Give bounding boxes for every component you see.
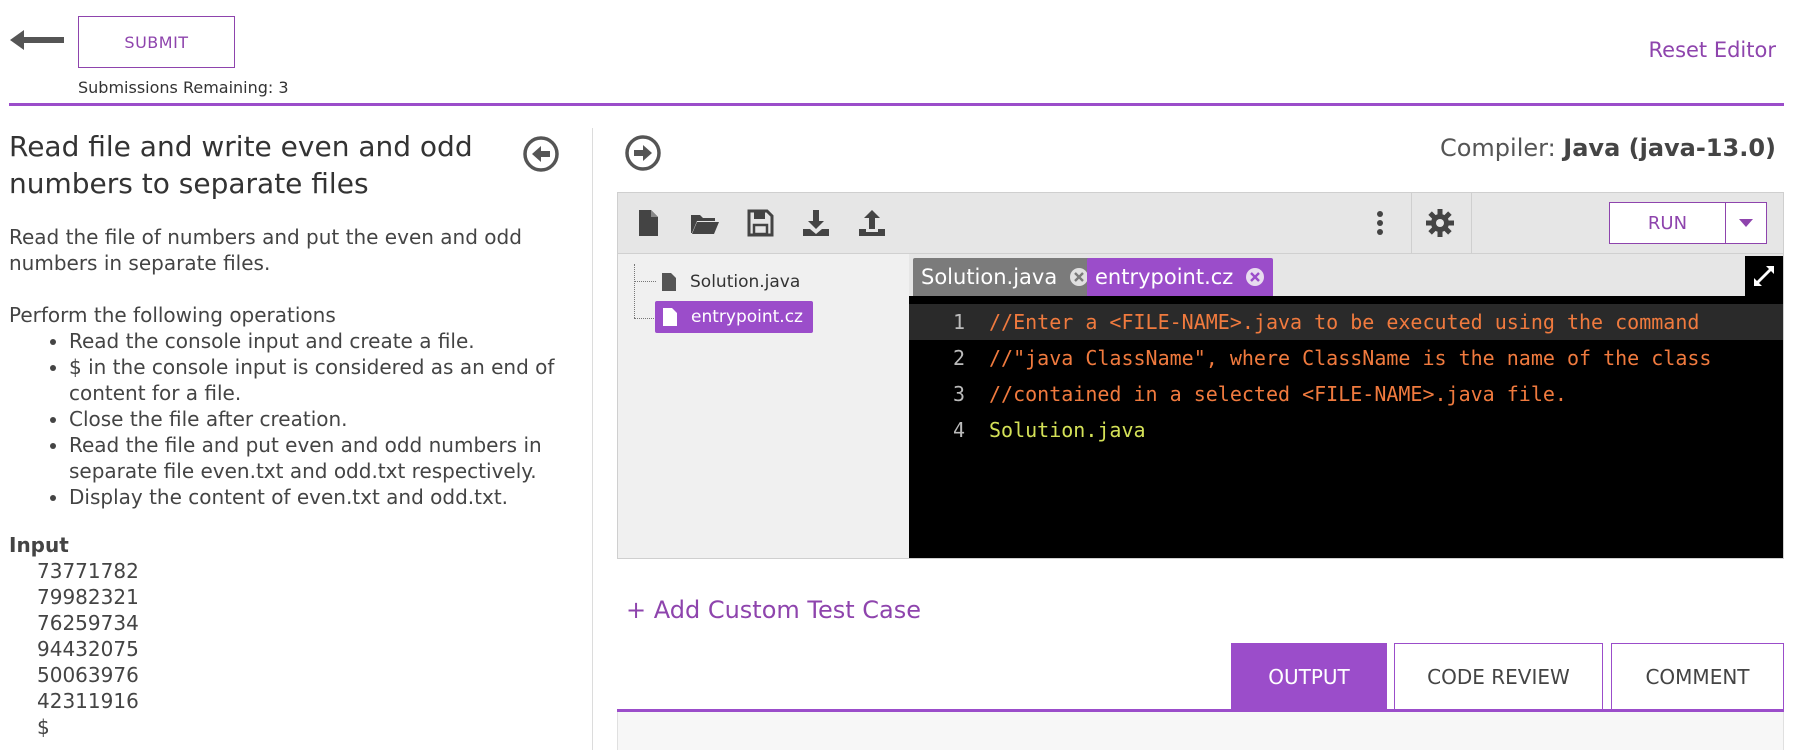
upload-icon[interactable] [856,207,888,239]
operation-item: Display the content of even.txt and odd.… [69,484,569,510]
file-icon [663,308,677,326]
tree-connector [634,318,656,319]
file-name: entrypoint.cz [691,307,803,327]
line-text: //contained in a selected <FILE-NAME>.ja… [989,382,1567,406]
code-line: 1 //Enter a <FILE-NAME>.java to be execu… [909,304,1783,340]
problem-panel: Read file and write even and odd numbers… [9,128,569,750]
settings-gear-icon[interactable] [1424,207,1456,239]
operation-item: Read the console input and create a file… [69,328,569,354]
input-sample: 73771782 79982321 76259734 94432075 5006… [37,558,569,740]
file-tree-item-entrypoint[interactable]: entrypoint.cz [655,301,813,333]
input-line: 42311916 [37,689,139,713]
panel-divider[interactable] [592,128,593,750]
tree-connector [634,281,656,282]
compiler-value: Java (java-13.0) [1563,134,1776,162]
expand-right-icon[interactable] [623,133,663,173]
line-number: 2 [952,346,965,370]
operation-item: Read the file and put even and odd numbe… [69,432,569,484]
input-line: $ [37,715,50,739]
submissions-remaining: Submissions Remaining: 3 [78,78,289,97]
save-icon[interactable] [744,207,776,239]
tab-code-review[interactable]: CODE REVIEW [1394,643,1603,709]
toolbar-separator [1411,193,1412,254]
tab-comment[interactable]: COMMENT [1611,643,1784,709]
tree-connector [634,264,635,318]
output-pane [617,712,1784,750]
file-tree-item-solution[interactable]: Solution.java [662,266,800,298]
tab-output[interactable]: OUTPUT [1231,643,1387,709]
input-line: 50063976 [37,663,139,687]
code-line: 3 //contained in a selected <FILE-NAME>.… [909,376,1783,412]
code-lines: 1 //Enter a <FILE-NAME>.java to be execu… [909,304,1783,448]
file-icon [662,273,676,291]
run-options-dropdown[interactable] [1726,203,1766,243]
line-number: 3 [952,382,965,406]
editor-tab-solution[interactable]: Solution.java [913,258,1098,296]
code-area[interactable]: Solution.java entrypoint.cz 1 //Enter a … [909,254,1783,558]
tab-label: entrypoint.cz [1095,265,1234,289]
editor-tabs: Solution.java entrypoint.cz [909,254,1783,296]
line-text: //Enter a <FILE-NAME>.java to be execute… [989,310,1700,334]
open-folder-icon[interactable] [688,207,720,239]
problem-description: Read the file of numbers and put the eve… [9,225,522,275]
download-icon[interactable] [800,207,832,239]
code-editor: RUN Solution.java entrypoint.cz Solution… [617,192,1784,559]
back-arrow-icon[interactable] [10,28,64,52]
input-line: 76259734 [37,611,139,635]
operations-list: Read the console input and create a file… [69,328,569,510]
code-line: 2 //"java ClassName", where ClassName is… [909,340,1783,376]
close-tab-icon[interactable] [1245,267,1265,287]
editor-tab-entrypoint[interactable]: entrypoint.cz [1087,258,1274,296]
fullscreen-button[interactable] [1745,256,1783,296]
file-tree: Solution.java entrypoint.cz [618,254,909,558]
fullscreen-icon [1754,266,1774,286]
input-heading: Input [9,533,69,557]
add-custom-test-case-link[interactable]: + Add Custom Test Case [626,596,921,624]
more-vertical-icon[interactable] [1364,207,1396,239]
operations-heading: Perform the following operations [9,303,336,327]
code-line: 4 Solution.java [909,412,1783,448]
line-number: 4 [952,418,965,442]
input-line: 79982321 [37,585,139,609]
reset-editor-link[interactable]: Reset Editor [1649,38,1777,62]
file-name: Solution.java [690,272,801,292]
operation-item: Close the file after creation. [69,406,569,432]
chevron-down-icon [1739,219,1753,227]
run-button-group: RUN [1609,202,1767,244]
line-text: Solution.java [989,418,1146,442]
editor-toolbar: RUN [618,193,1783,254]
input-line: 73771782 [37,559,139,583]
header-divider [9,103,1784,106]
new-file-icon[interactable] [632,207,664,239]
submit-button[interactable]: SUBMIT [78,16,235,68]
run-button[interactable]: RUN [1610,203,1726,243]
line-number: 1 [952,310,965,334]
toolbar-separator [1471,193,1472,254]
problem-title: Read file and write even and odd numbers… [9,130,473,200]
input-line: 94432075 [37,637,139,661]
compiler-info: Compiler: Java (java-13.0) [1440,134,1776,162]
line-text: //"java ClassName", where ClassName is t… [989,346,1712,370]
compiler-label: Compiler: [1439,134,1556,162]
tab-label: Solution.java [921,265,1058,289]
collapse-left-icon[interactable] [521,134,561,174]
operation-item: $ in the console input is considered as … [69,354,569,406]
